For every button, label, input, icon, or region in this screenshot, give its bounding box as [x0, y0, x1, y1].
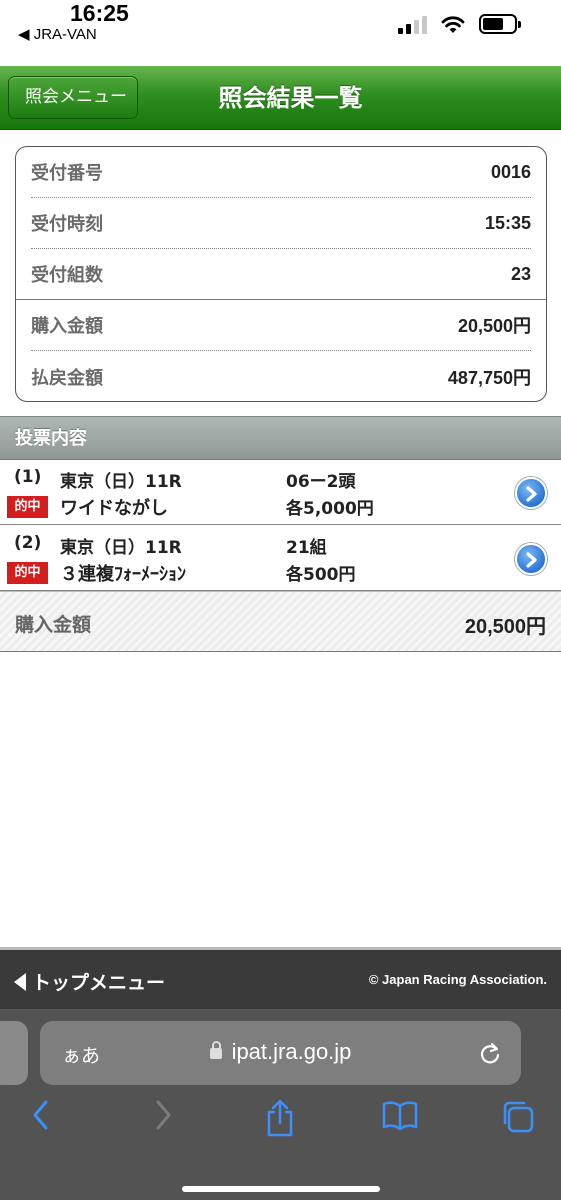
page-title: 照会結果一覧	[218, 84, 363, 112]
copyright: © Japan Racing Association.	[368, 972, 547, 987]
vote-number: (1)	[14, 467, 42, 487]
summary-label: 受付番号	[31, 163, 103, 184]
vote-detail: 21組	[286, 538, 327, 558]
total-label: 購入金額	[15, 614, 92, 636]
vote-bet-type: ワイドながし	[60, 498, 168, 519]
url-display[interactable]: ipat.jra.go.jp	[40, 1039, 521, 1065]
url-domain: ipat.jra.go.jp	[231, 1039, 352, 1064]
purchase-total-row: 購入金額 20,500円	[0, 591, 561, 652]
total-value: 20,500円	[464, 616, 546, 638]
back-to-app-link[interactable]: ◀ JRA-VAN	[18, 25, 97, 43]
status-bar: 16:25 ◀ JRA-VAN	[0, 0, 561, 66]
summary-value: 487,750円	[447, 367, 531, 388]
reload-icon[interactable]	[479, 1041, 501, 1065]
summary-value: 23	[510, 263, 531, 284]
summary-row: 購入金額 20,500円	[31, 300, 531, 351]
votes-section-header: 投票内容	[0, 416, 561, 460]
summary-row: 払戻金額 487,750円	[31, 351, 531, 402]
summary-row: 受付組数 23	[16, 249, 546, 300]
summary-label: 受付時刻	[31, 214, 103, 235]
nav-header: 照会メニュー 照会結果一覧	[0, 66, 561, 130]
top-menu-label: トップメニュー	[32, 972, 166, 994]
top-menu-link[interactable]: トップメニュー	[14, 968, 165, 995]
summary-label: 受付組数	[31, 265, 103, 286]
vote-bet-type: ３連複ﾌｫｰﾒｰｼｮﾝ	[60, 564, 186, 585]
signal-icon	[398, 14, 427, 34]
chevron-right-icon[interactable]	[515, 477, 547, 509]
footer-bar: トップメニュー © Japan Racing Association.	[0, 947, 561, 1009]
summary-row: 受付時刻 15:35	[31, 198, 531, 249]
summary-label: 払戻金額	[31, 367, 103, 389]
hit-badge: 的中	[7, 562, 48, 584]
summary-value: 15:35	[484, 212, 531, 233]
browser-chrome: ぁあ ipat.jra.go.jp	[0, 1009, 561, 1200]
vote-venue: 東京（日）11R	[60, 538, 182, 558]
address-bar[interactable]: ぁあ ipat.jra.go.jp	[40, 1021, 521, 1085]
previous-tab-preview[interactable]	[0, 1021, 28, 1085]
forward-icon[interactable]	[152, 1099, 174, 1131]
summary-value: 20,500円	[457, 316, 531, 336]
back-icon[interactable]	[30, 1099, 52, 1131]
summary-label: 購入金額	[31, 316, 103, 337]
status-time: 16:25	[70, 0, 129, 26]
vote-row[interactable]: (1) 東京（日）11R 06ー2頭 的中 ワイドながし 各5,000円	[0, 461, 561, 525]
bookmarks-icon[interactable]	[381, 1099, 419, 1131]
triangle-left-icon	[14, 972, 26, 991]
home-indicator	[182, 1186, 380, 1192]
vote-detail: 06ー2頭	[286, 472, 356, 492]
vote-venue: 東京（日）11R	[60, 472, 182, 492]
chevron-right-icon[interactable]	[515, 543, 547, 575]
vote-row[interactable]: (2) 東京（日）11R 21組 的中 ３連複ﾌｫｰﾒｰｼｮﾝ 各500円	[0, 527, 561, 591]
wifi-icon	[441, 16, 465, 33]
status-icons	[398, 12, 521, 34]
browser-toolbar	[0, 1099, 561, 1149]
summary-row: 受付番号 0016	[31, 147, 531, 198]
hit-badge: 的中	[7, 496, 48, 518]
battery-icon	[479, 14, 521, 34]
summary-value: 0016	[490, 161, 531, 182]
share-icon[interactable]	[265, 1099, 295, 1137]
receipt-summary: 受付番号 0016 受付時刻 15:35 受付組数 23 購入金額 20,500…	[15, 146, 547, 402]
lock-icon	[209, 1041, 222, 1059]
vote-amount: 各5,000円	[286, 499, 374, 519]
tabs-icon[interactable]	[500, 1099, 536, 1135]
vote-number: (2)	[14, 533, 42, 553]
vote-amount: 各500円	[286, 565, 356, 585]
